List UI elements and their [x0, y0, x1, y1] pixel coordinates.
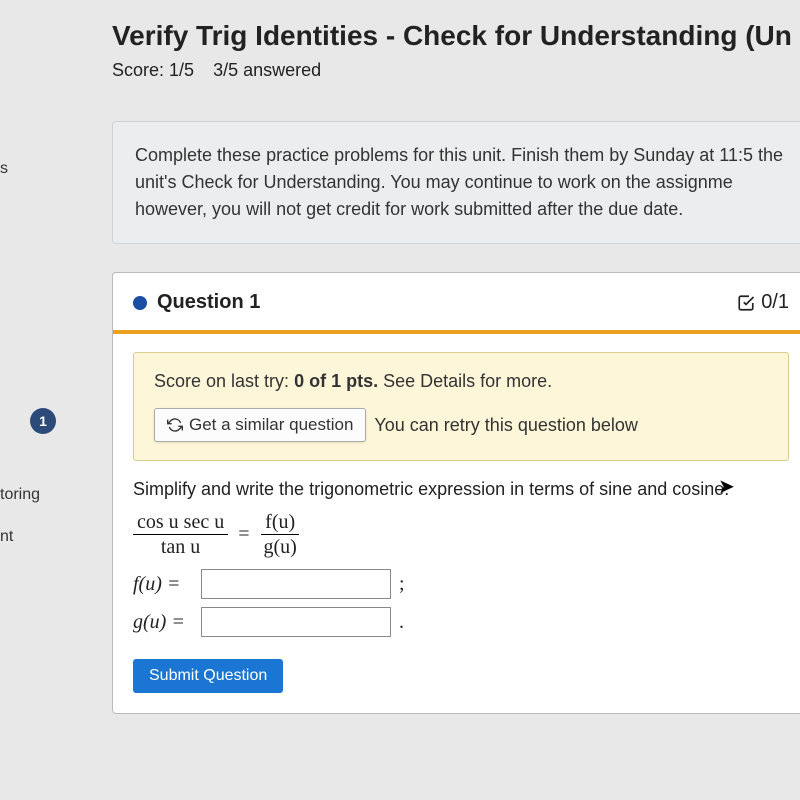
- f-input[interactable]: [201, 569, 391, 599]
- sidebar-truncated-nt: nt: [0, 528, 13, 546]
- question-header-left: Question 1: [133, 291, 260, 314]
- score-line: Score: 1/5 3/5 answered: [112, 60, 800, 81]
- sidebar-truncated-s: s: [0, 160, 8, 178]
- lhs-numerator: cos u sec u: [133, 510, 228, 535]
- rhs-denominator: g(u): [259, 535, 300, 559]
- page-title: Verify Trig Identities - Check for Under…: [112, 20, 800, 52]
- g-answer-row: g(u) = .: [133, 607, 789, 637]
- feedback-prefix: Score on last try:: [154, 371, 294, 391]
- lhs-denominator: tan u: [157, 535, 204, 559]
- question-nav-1[interactable]: 1: [30, 408, 56, 434]
- semicolon: ;: [399, 573, 405, 596]
- sidebar-truncated-toring: toring: [0, 486, 40, 504]
- refresh-icon: [167, 417, 183, 433]
- answered-text: 3/5 answered: [213, 60, 321, 80]
- submit-question-button[interactable]: Submit Question: [133, 659, 283, 693]
- rhs-fraction: f(u) g(u): [259, 510, 300, 559]
- question-header: Question 1 0/1: [113, 273, 800, 324]
- equals-sign: =: [238, 523, 249, 546]
- retry-text: You can retry this question below: [374, 415, 638, 436]
- g-label: g(u) =: [133, 611, 193, 634]
- math-equation: cos u sec u tan u = f(u) g(u): [133, 510, 789, 559]
- cursor-icon: ➤: [718, 474, 735, 499]
- main-content: Verify Trig Identities - Check for Under…: [70, 0, 800, 714]
- feedback-box: Score on last try: 0 of 1 pts. See Detai…: [133, 352, 789, 461]
- f-answer-row: f(u) = ;: [133, 569, 789, 599]
- score-text: Score: 1/5: [112, 60, 194, 80]
- f-label: f(u) =: [133, 573, 193, 596]
- question-points: 0/1: [737, 291, 789, 314]
- question-divider: [113, 330, 800, 334]
- similar-btn-label: Get a similar question: [189, 415, 353, 435]
- period: .: [399, 611, 404, 634]
- get-similar-question-button[interactable]: Get a similar question: [154, 408, 366, 442]
- question-card: Question 1 0/1 Score on last try: 0 of 1…: [112, 272, 800, 714]
- question-title: Question 1: [157, 291, 260, 314]
- question-bullet-icon: [133, 296, 147, 310]
- question-prompt: Simplify and write the trigonometric exp…: [133, 479, 789, 500]
- similar-row: Get a similar question You can retry thi…: [154, 408, 768, 442]
- instructions-box: Complete these practice problems for thi…: [112, 121, 800, 244]
- question-body: Simplify and write the trigonometric exp…: [113, 479, 800, 713]
- rhs-numerator: f(u): [261, 510, 299, 535]
- feedback-bold: 0 of 1 pts.: [294, 371, 378, 391]
- checkbox-icon: [737, 294, 755, 312]
- feedback-text: Score on last try: 0 of 1 pts. See Detai…: [154, 371, 768, 392]
- g-input[interactable]: [201, 607, 391, 637]
- lhs-fraction: cos u sec u tan u: [133, 510, 228, 559]
- feedback-suffix: See Details for more.: [378, 371, 552, 391]
- points-text: 0/1: [761, 291, 789, 314]
